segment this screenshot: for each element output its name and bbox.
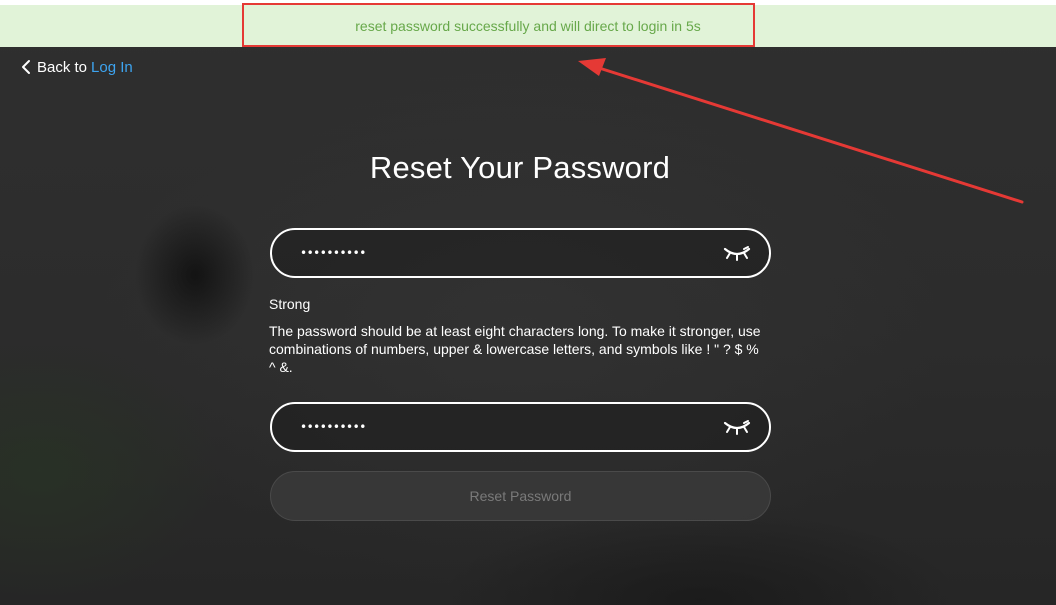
back-to-login-link[interactable]: Back to Log In: [20, 57, 133, 77]
confirm-password-value: ••••••••••: [300, 420, 366, 434]
chevron-left-icon: [22, 60, 30, 74]
login-link[interactable]: Log In: [91, 59, 133, 76]
new-password-value: ••••••••••: [300, 246, 366, 260]
confirm-password-input[interactable]: ••••••••••: [270, 402, 771, 452]
new-password-input[interactable]: ••••••••••: [270, 228, 771, 278]
page-title: Reset Your Password: [369, 150, 671, 185]
success-toast-message: reset password successfully and will dir…: [355, 18, 701, 34]
password-strength-label: Strong: [269, 296, 311, 312]
eye-closed-icon[interactable]: [723, 418, 751, 436]
reset-password-button[interactable]: Reset Password: [270, 471, 771, 521]
back-to-label: Back to: [37, 58, 88, 76]
eye-closed-icon[interactable]: [723, 244, 751, 262]
password-hint-text: The password should be at least eight ch…: [269, 323, 761, 375]
